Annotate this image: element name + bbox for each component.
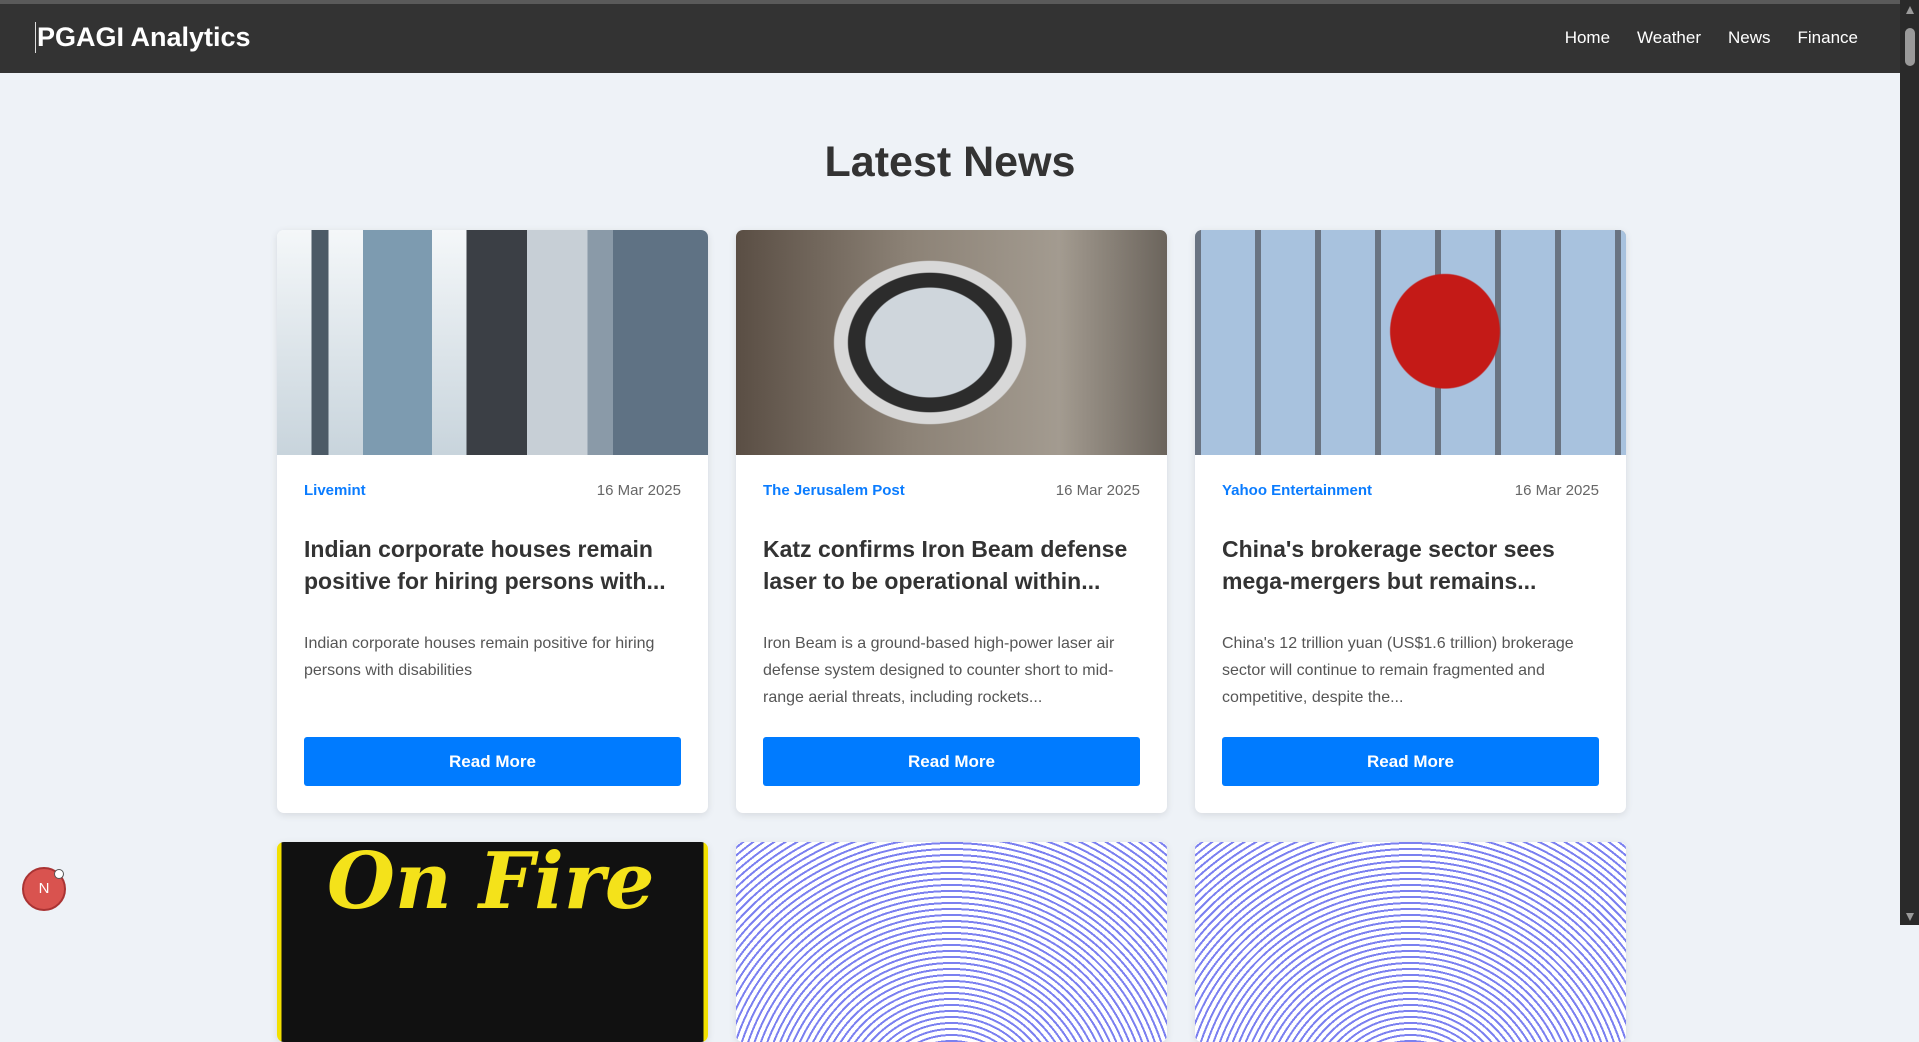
scrollbar[interactable]	[1900, 0, 1919, 925]
nav-link-news[interactable]: News	[1728, 28, 1771, 48]
scrollbar-thumb[interactable]	[1905, 28, 1915, 66]
news-image-placeholder	[1195, 842, 1626, 1042]
nav-link-home[interactable]: Home	[1565, 28, 1610, 48]
news-date: 16 Mar 2025	[596, 482, 681, 499]
news-title: Katz confirms Iron Beam defense laser to…	[763, 536, 1128, 594]
navbar: PGAGI Analytics Home Weather News Financ…	[0, 4, 1900, 73]
news-image	[736, 230, 1167, 455]
read-more-button[interactable]: Read More	[763, 737, 1140, 786]
news-card: The Jerusalem Post 16 Mar 2025 Katz confi…	[736, 230, 1167, 813]
news-source: The Jerusalem Post	[763, 482, 905, 499]
brand-logo[interactable]: PGAGI Analytics	[35, 22, 251, 53]
news-card	[1195, 842, 1626, 1042]
scroll-down-icon[interactable]	[1906, 913, 1914, 921]
read-more-button[interactable]: Read More	[304, 737, 681, 786]
news-card: Livemint 16 Mar 2025 Indian corporate hou…	[277, 230, 708, 813]
badge-indicator-icon	[54, 869, 64, 879]
news-date: 16 Mar 2025	[1055, 482, 1140, 499]
image-text: On Fire	[327, 842, 655, 927]
news-description: Indian corporate houses remain positive …	[304, 635, 655, 679]
news-image-placeholder	[736, 842, 1167, 1042]
news-title: China's brokerage sector sees mega-merge…	[1222, 536, 1555, 594]
scroll-up-icon[interactable]	[1906, 6, 1914, 14]
news-image	[277, 230, 708, 455]
nav-link-finance[interactable]: Finance	[1798, 28, 1858, 48]
news-source: Yahoo Entertainment	[1222, 482, 1373, 499]
news-source: Livemint	[304, 482, 366, 499]
news-image: On Fire	[277, 842, 708, 1042]
news-card: On Fire	[277, 842, 708, 1042]
news-description: Iron Beam is a ground-based high-power l…	[763, 635, 1115, 706]
page-title: Latest News	[824, 138, 1076, 186]
news-description: China's 12 trillion yuan (US$1.6 trillio…	[1222, 635, 1574, 706]
news-card	[736, 842, 1167, 1042]
news-image	[1195, 230, 1626, 455]
read-more-button[interactable]: Read More	[1222, 737, 1599, 786]
news-title: Indian corporate houses remain positive …	[304, 536, 666, 594]
nav-link-weather[interactable]: Weather	[1637, 28, 1701, 48]
news-card: Yahoo Entertainment 16 Mar 2025 China's b…	[1195, 230, 1626, 813]
news-date: 16 Mar 2025	[1514, 482, 1599, 499]
nav-links: Home Weather News Finance	[1565, 28, 1858, 48]
